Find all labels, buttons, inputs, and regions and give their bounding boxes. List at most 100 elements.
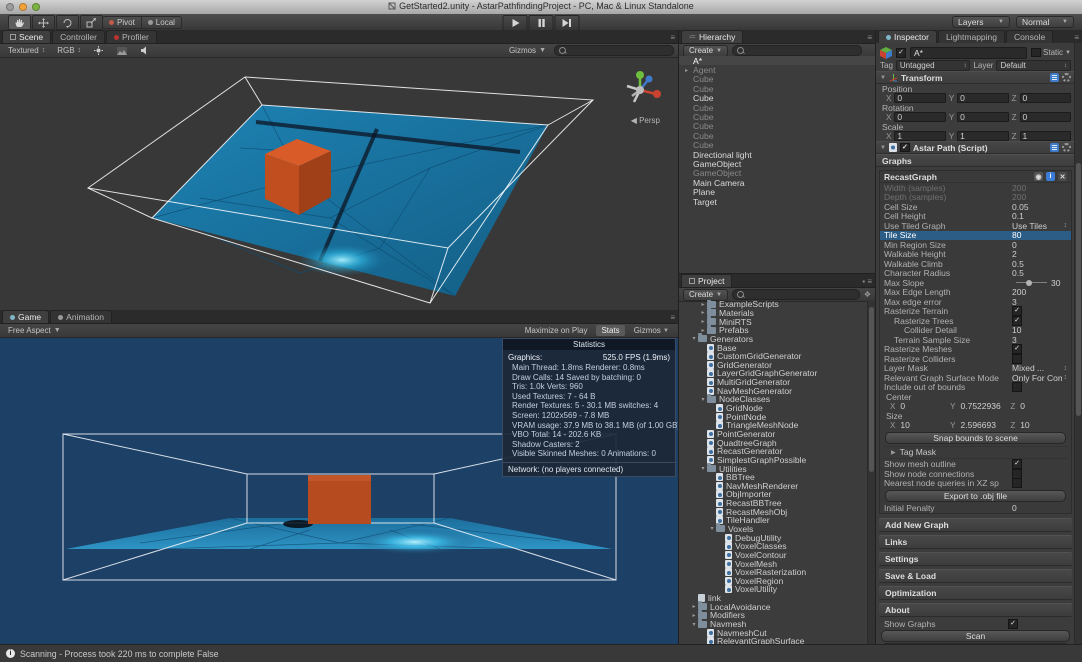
tab-hierarchy[interactable]: ≔Hierarchy <box>681 30 743 43</box>
hand-tool-button[interactable] <box>8 15 31 30</box>
z-field[interactable]: 0 <box>1020 93 1071 103</box>
expand-arrow-icon[interactable]: ▸ <box>690 603 698 610</box>
color-mode-dropdown[interactable]: RGB↕ <box>53 45 85 56</box>
inspector-field-row[interactable]: Show mesh outline <box>880 460 1071 470</box>
field-value[interactable]: 3 <box>1012 297 1067 307</box>
project-create-button[interactable]: Create▼ <box>683 289 728 301</box>
project-item[interactable]: NavMeshRenderer <box>679 481 868 490</box>
project-item[interactable]: link <box>679 594 868 603</box>
layers-dropdown[interactable]: Layers▼ <box>952 16 1010 28</box>
hierarchy-item[interactable]: ▸ Cube <box>679 94 875 103</box>
inspector-scrollbar[interactable] <box>1074 43 1082 645</box>
z-field[interactable]: 0 <box>1020 112 1071 122</box>
section-foldout[interactable]: Settings <box>879 552 1072 566</box>
field-checkbox[interactable] <box>1012 316 1022 326</box>
inspector-field-row[interactable]: Max Slope 30 ↕ <box>880 278 1071 288</box>
x-field[interactable]: 0 <box>894 112 945 122</box>
tab-scene[interactable]: Scene <box>2 30 51 43</box>
project-item[interactable]: ▾ Navmesh <box>679 620 868 629</box>
expand-arrow-icon[interactable]: ▾ <box>690 335 698 342</box>
project-item[interactable]: ▸ Prefabs <box>679 326 868 335</box>
export-obj-button[interactable]: Export to .obj file <box>885 490 1066 503</box>
x-field[interactable]: 0 <box>894 93 945 103</box>
expand-arrow-icon[interactable]: ▸ <box>690 612 698 619</box>
static-checkbox[interactable] <box>1031 48 1041 57</box>
inspector-field-row[interactable]: Show node connections <box>880 469 1071 479</box>
panel-menu-icon[interactable]: ≡ <box>670 33 675 42</box>
z-field[interactable]: 1 <box>1020 131 1071 141</box>
game-gizmos-dropdown[interactable]: Gizmos ▼ <box>629 325 674 336</box>
inspector-field-row[interactable]: Relevant Graph Surface Mode Only For Com… <box>880 373 1071 383</box>
section-foldout[interactable]: About <box>879 603 1072 617</box>
show-graphs-row[interactable]: Show Graphs ✓ <box>876 619 1075 629</box>
field-value[interactable]: 0.05 <box>1012 202 1067 212</box>
local-toggle-button[interactable]: Local <box>142 16 182 29</box>
persp-label[interactable]: ◀ Persp <box>631 116 660 125</box>
hierarchy-item[interactable]: ▸ Cube <box>679 141 875 150</box>
inspector-field-row[interactable]: Max edge error 3 ↕ <box>880 297 1071 307</box>
add-new-graph-button[interactable]: Add New Graph <box>879 518 1072 532</box>
inspector-field-row[interactable]: Width (samples) 200 ↕ <box>880 183 1071 193</box>
scene-audio-toggle[interactable] <box>136 45 155 56</box>
hierarchy-item[interactable]: ▸ Main Camera <box>679 178 875 187</box>
hierarchy-item[interactable]: ▸ Directional light <box>679 150 875 159</box>
field-value[interactable]: 10 <box>1012 325 1067 335</box>
render-mode-dropdown[interactable]: Textured↕ <box>4 45 49 56</box>
hierarchy-item[interactable]: ▸ Cube <box>679 131 875 140</box>
expand-arrow-icon[interactable]: ▸ <box>699 301 707 308</box>
layer-dropdown[interactable]: Default↕ <box>996 60 1071 71</box>
field-value[interactable]: 200 <box>1012 192 1067 202</box>
inspector-field-row[interactable]: Walkable Climb 0.5 ↕ <box>880 259 1071 269</box>
inspector-field-row[interactable]: Terrain Sample Size 3 ↕ <box>880 335 1071 345</box>
field-value[interactable]: 2 <box>1012 249 1067 259</box>
hierarchy-item[interactable]: ▸ Cube <box>679 75 875 84</box>
field-value[interactable]: 200 <box>1012 287 1067 297</box>
initial-penalty-row[interactable]: Initial Penalty 0 <box>880 504 1071 514</box>
inspector-field-row[interactable]: Min Region Size 0 ↕ <box>880 240 1071 250</box>
hierarchy-search-input[interactable] <box>732 45 862 56</box>
inspector-field-row[interactable]: Cell Size 0.05 ↕ <box>880 202 1071 212</box>
expand-arrow-icon[interactable]: ▾ <box>690 621 698 628</box>
panel-menu-icon[interactable]: ≡ <box>1074 33 1079 42</box>
inspector-field-row[interactable]: Tile Size 80 ↕ <box>880 231 1071 241</box>
step-button[interactable] <box>555 15 580 31</box>
foldout-arrow-icon[interactable]: ▼ <box>880 145 886 151</box>
scrollbar-thumb[interactable] <box>1076 163 1081 416</box>
expand-arrow-icon[interactable]: ▸ <box>699 309 707 316</box>
tab-game[interactable]: Game <box>2 310 49 323</box>
inspector-field-row[interactable]: Cell Height 0.1 ↕ <box>880 212 1071 222</box>
field-checkbox[interactable] <box>1012 382 1022 392</box>
scene-lighting-toggle[interactable] <box>89 45 108 56</box>
hierarchy-item[interactable]: ▸ Target <box>679 197 875 206</box>
hierarchy-item[interactable]: ▸ Plane <box>679 187 875 196</box>
aspect-dropdown[interactable]: Free Aspect▼ <box>4 325 65 336</box>
y-field[interactable]: 2.596693 <box>959 421 1008 429</box>
scene-gizmos-dropdown[interactable]: Gizmos▼ <box>505 45 550 56</box>
x-field[interactable]: 1 <box>894 131 945 141</box>
panel-menu-icon[interactable]: ≡ <box>670 313 675 322</box>
x-field[interactable]: 10 <box>898 421 947 429</box>
expand-arrow-icon[interactable]: ▸ <box>685 67 693 74</box>
inspector-field-row[interactable]: Nearest node queries in XZ sp <box>880 479 1071 489</box>
field-value[interactable]: Mixed ... <box>1012 363 1062 373</box>
field-value[interactable]: 0.1 <box>1012 211 1067 221</box>
graph-info-icon[interactable]: i <box>1046 172 1055 181</box>
project-item[interactable]: ▾ Generators <box>679 335 868 344</box>
graph-delete-icon[interactable]: ✕ <box>1058 172 1067 181</box>
help-book-icon[interactable] <box>1050 143 1059 152</box>
scale-tool-button[interactable] <box>80 15 103 30</box>
rotate-tool-button[interactable] <box>56 15 79 30</box>
hierarchy-item[interactable]: ▸ GameObject <box>679 169 875 178</box>
y-field[interactable]: 1 <box>957 131 1008 141</box>
scene-viewport[interactable]: ◀ Persp <box>0 58 678 310</box>
layout-dropdown[interactable]: Normal▼ <box>1016 16 1074 28</box>
section-foldout[interactable]: Links <box>879 535 1072 549</box>
panel-menu-icon[interactable]: ▪ ≡ <box>862 277 872 286</box>
graphs-section-header[interactable]: Graphs <box>876 154 1075 167</box>
field-checkbox[interactable]: ✓ <box>1008 619 1018 629</box>
field-value[interactable]: 200 <box>1012 183 1067 193</box>
project-item[interactable]: ▸ Modifiers <box>679 611 868 620</box>
astar-script-header[interactable]: ▼ ✓ Astar Path (Script) <box>876 141 1075 154</box>
scene-skybox-toggle[interactable] <box>112 45 132 56</box>
pivot-toggle-button[interactable]: Pivot <box>102 16 142 29</box>
